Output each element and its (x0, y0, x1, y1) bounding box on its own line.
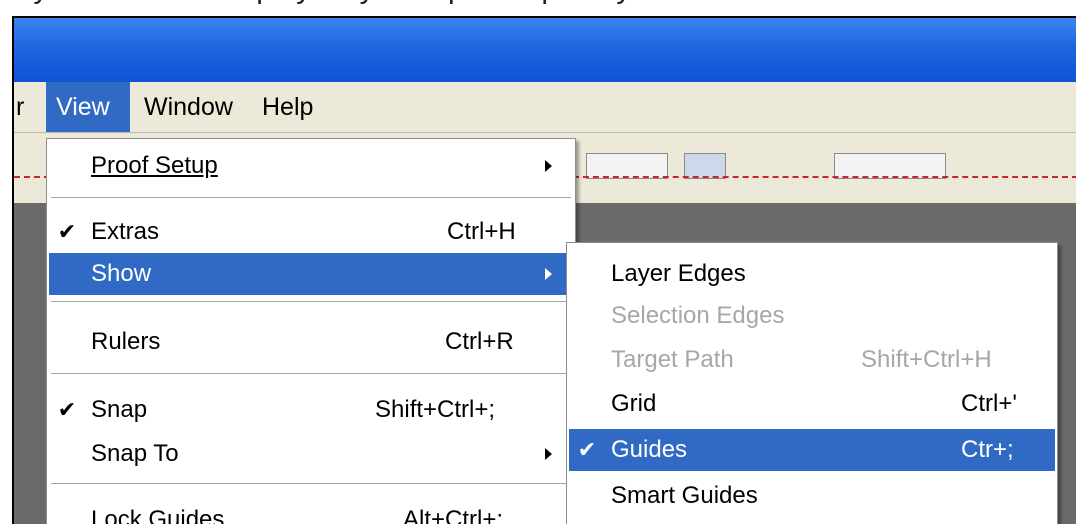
view-menu: Proof Setup ✔ Extras Ctrl+H Show Rulers … (46, 138, 576, 524)
menu-bar: r View Window Help (14, 82, 1076, 133)
menu-separator (51, 483, 571, 485)
menu-item-label: Lock Guides (91, 506, 225, 524)
menu-item-label: Grid (611, 390, 657, 417)
menu-filter-partial[interactable]: r (14, 82, 34, 132)
menu-separator (51, 373, 571, 375)
submenu-arrow-icon (545, 160, 552, 172)
menu-separator (51, 197, 571, 199)
submenu-item-guides[interactable]: ✔ Guides Ctr+; (569, 429, 1055, 471)
submenu-arrow-icon (545, 268, 552, 280)
menu-item-rulers[interactable]: Rulers Ctrl+R (49, 321, 573, 363)
menu-help[interactable]: Help (252, 82, 323, 132)
menu-item-extras[interactable]: ✔ Extras Ctrl+H (49, 211, 573, 253)
menu-item-lock-guides[interactable]: Lock Guides Alt+Ctrl+; (49, 499, 573, 524)
menu-item-shortcut: Ctr+; (961, 436, 1014, 463)
menu-item-shortcut: Alt+Ctrl+; (403, 506, 504, 524)
title-bar (14, 18, 1076, 82)
menu-item-label: Layer Edges (611, 260, 746, 287)
menu-item-label: Proof Setup (91, 145, 218, 187)
show-submenu: Layer Edges Selection Edges Target Path … (566, 242, 1058, 524)
check-icon: ✔ (577, 437, 597, 462)
menu-item-shortcut: Ctrl+R (445, 328, 514, 355)
app-window: r View Window Help Proof Setup ✔ Extras … (12, 16, 1076, 524)
menu-item-label: Smart Guides (611, 482, 758, 509)
menu-item-proof-setup[interactable]: Proof Setup (49, 145, 573, 187)
menu-item-snap[interactable]: ✔ Snap Shift+Ctrl+; (49, 389, 573, 431)
menu-view[interactable]: View (46, 82, 130, 132)
proof-setup-label: Proof Setup (91, 152, 218, 179)
menu-item-label: Snap To (91, 440, 179, 467)
check-icon: ✔ (57, 219, 77, 244)
menu-item-label: Selection Edges (611, 302, 785, 329)
check-icon: ✔ (57, 397, 77, 422)
submenu-item-target-path: Target Path Shift+Ctrl+H (569, 339, 1055, 381)
menu-item-label: Extras (91, 218, 160, 245)
menu-item-label: Target Path (611, 346, 734, 373)
submenu-arrow-icon (545, 448, 552, 460)
menu-item-show[interactable]: Show (49, 253, 573, 295)
menu-item-shortcut: Shift+Ctrl+H (861, 346, 992, 373)
menu-window[interactable]: Window (134, 82, 243, 132)
menu-separator (51, 301, 571, 303)
submenu-item-smart-guides[interactable]: Smart Guides (569, 475, 1055, 517)
menu-item-label: Show (91, 260, 152, 287)
menu-item-shortcut: Shift+Ctrl+; (375, 396, 496, 423)
submenu-item-grid[interactable]: Grid Ctrl+' (569, 383, 1055, 425)
menu-item-snap-to[interactable]: Snap To (49, 433, 573, 475)
menu-item-label: Snap (91, 396, 148, 423)
submenu-item-selection-edges: Selection Edges (569, 295, 1055, 337)
menu-item-shortcut: Ctrl+' (961, 390, 1017, 417)
menu-item-label: Rulers (91, 328, 161, 355)
submenu-item-layer-edges[interactable]: Layer Edges (569, 253, 1055, 295)
menu-item-shortcut: Ctrl+H (447, 218, 516, 245)
menu-item-label: Guides (611, 436, 688, 463)
